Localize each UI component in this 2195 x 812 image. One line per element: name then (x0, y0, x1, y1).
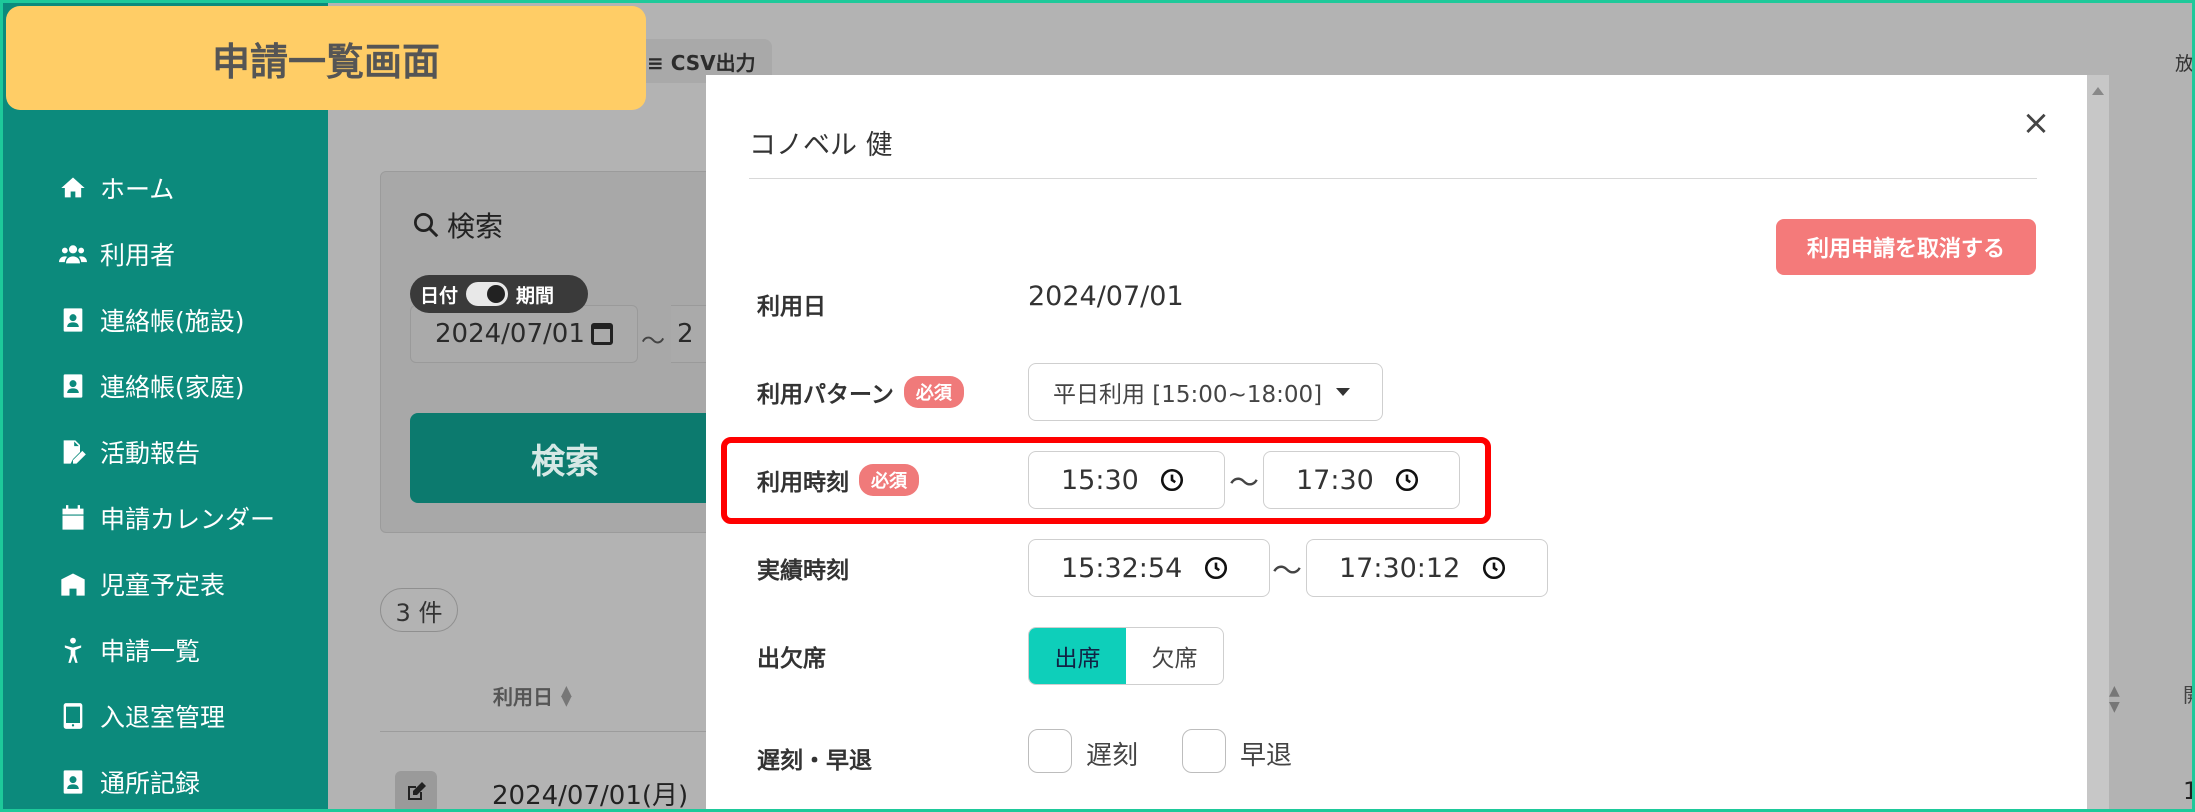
early-leave-checkbox[interactable] (1182, 729, 1226, 773)
contact-book-icon (58, 767, 88, 797)
chevron-down-icon (1336, 388, 1351, 396)
actual-time-label: 実績時刻 (757, 558, 849, 584)
required-badge: 必須 (903, 376, 964, 408)
home-icon (58, 173, 88, 203)
search-button[interactable]: 検索 (410, 413, 720, 503)
sidebar-item-label: 入退室管理 (100, 703, 226, 732)
sidebar-item-contact-home[interactable]: 連絡帳(家庭) (58, 366, 245, 406)
sidebar-item-label: 連絡帳(家庭) (100, 373, 245, 402)
sidebar-item-label: 児童予定表 (100, 571, 226, 600)
date-from-input[interactable]: 2024/07/01 (410, 305, 638, 363)
usage-pattern-value: 平日利用 [15:00~18:00] (1053, 382, 1323, 408)
sidebar-item-label: 申請カレンダー (100, 505, 276, 534)
attendance-toggle: 出席 欠席 (1028, 627, 1224, 685)
sidebar-item-child-schedule[interactable]: 児童予定表 (58, 564, 225, 604)
attendance-label: 出欠席 (757, 646, 826, 672)
sidebar-item-room-management[interactable]: 入退室管理 (58, 696, 225, 736)
sort-icon[interactable]: ▲ ▼ (561, 684, 572, 708)
attendance-present-option[interactable]: 出席 (1029, 628, 1126, 684)
usage-pattern-label-text: 利用パターン (757, 382, 894, 408)
late-checkbox-label: 遅刻 (1086, 741, 1139, 771)
date-mode-toggle[interactable]: 日付 期間 (410, 275, 588, 313)
table-row-date: 2024/07/01(月) (492, 781, 689, 811)
search-title: 検索 (411, 205, 503, 245)
schedule-icon (58, 569, 88, 599)
search-title-label: 検索 (447, 210, 504, 243)
tablet-icon (58, 701, 88, 731)
usage-date-value: 2024/07/01 (1028, 281, 1184, 312)
date-from-value: 2024/07/01 (435, 319, 585, 349)
table-divider (380, 731, 720, 732)
sidebar: ホーム 利用者 連絡帳(施設) 連絡帳(家庭) 活動報告 申請カレンダー 児童予… (3, 3, 328, 809)
late-checkbox[interactable] (1028, 729, 1072, 773)
attendance-absent-option[interactable]: 欠席 (1126, 628, 1223, 684)
sidebar-item-label: ホーム (100, 175, 175, 204)
clock-icon[interactable] (1481, 555, 1507, 581)
sidebar-item-request-calendar[interactable]: 申請カレンダー (58, 498, 275, 538)
sidebar-item-label: 活動報告 (100, 439, 201, 468)
edit-button[interactable] (395, 771, 437, 809)
late-early-label: 遅刻・早退 (757, 748, 872, 774)
sidebar-item-activity-report[interactable]: 活動報告 (58, 432, 200, 472)
sidebar-item-label: 利用者 (100, 241, 176, 270)
toggle-label-period: 期間 (516, 284, 555, 307)
table-cell-fragment: 1 (2183, 777, 2192, 805)
sidebar-item-users[interactable]: 利用者 (58, 234, 175, 274)
calendar-icon[interactable] (590, 323, 613, 345)
sidebar-item-label: 申請一覧 (100, 637, 201, 666)
header-right-text: 放 (2175, 53, 2195, 75)
range-separator: ～ (641, 327, 665, 355)
edit-icon (408, 782, 426, 800)
toggle-label-date: 日付 (420, 284, 459, 307)
column-header-usage-date[interactable]: 利用日 ▲ ▼ (493, 681, 572, 710)
sort-icon[interactable]: ▲ ▼ (2109, 683, 2120, 715)
modal-divider (749, 178, 2037, 179)
close-icon[interactable]: × (2018, 103, 2054, 143)
page-title-banner: 申請一覧画面 (6, 6, 646, 110)
cancel-request-button[interactable]: 利用申請を取消する (1776, 219, 2036, 275)
report-icon (58, 437, 88, 467)
actual-time-from-value: 15:32:54 (1061, 552, 1183, 584)
sidebar-item-request-list[interactable]: 申請一覧 (58, 630, 200, 670)
actual-time-from-input[interactable]: 15:32:54 (1028, 539, 1270, 597)
contact-book-icon (58, 371, 88, 401)
sidebar-item-label: 通所記録 (100, 769, 201, 798)
column-header-fragment: 開 (2183, 679, 2192, 708)
column-header-label: 利用日 (493, 685, 553, 709)
calendar-icon (58, 503, 88, 533)
toggle-switch[interactable] (466, 282, 509, 306)
clock-icon[interactable] (1203, 555, 1229, 581)
search-icon (414, 213, 439, 238)
actual-time-to-value: 17:30:12 (1339, 552, 1461, 584)
users-icon (58, 239, 88, 269)
contact-book-icon (58, 305, 88, 335)
app-frame: ホーム 利用者 連絡帳(施設) 連絡帳(家庭) 活動報告 申請カレンダー 児童予… (0, 0, 2195, 812)
sidebar-item-contact-facility[interactable]: 連絡帳(施設) (58, 300, 245, 340)
usage-pattern-select[interactable]: 平日利用 [15:00~18:00] (1028, 363, 1383, 421)
early-leave-checkbox-label: 早退 (1240, 741, 1293, 771)
sidebar-item-label: 連絡帳(施設) (100, 307, 245, 336)
result-count-badge: 3 件 (380, 588, 458, 632)
actual-time-to-input[interactable]: 17:30:12 (1306, 539, 1548, 597)
sidebar-item-home[interactable]: ホーム (58, 168, 174, 208)
usage-pattern-label: 利用パターン 必須 (757, 375, 964, 409)
usage-date-label: 利用日 (757, 294, 826, 320)
sidebar-item-attendance-record[interactable]: 通所記録 (58, 762, 200, 802)
child-icon (58, 635, 88, 665)
scroll-up-arrow-icon[interactable] (2092, 87, 2104, 95)
time-range-separator: ～ (1272, 554, 1302, 589)
modal-title: コノベル 健 (749, 130, 893, 161)
highlight-box (721, 437, 1491, 524)
request-detail-modal: コノベル 健 × 利用申請を取消する 利用日 2024/07/01 利用パターン… (706, 75, 2109, 809)
modal-scrollbar[interactable] (2087, 75, 2109, 809)
